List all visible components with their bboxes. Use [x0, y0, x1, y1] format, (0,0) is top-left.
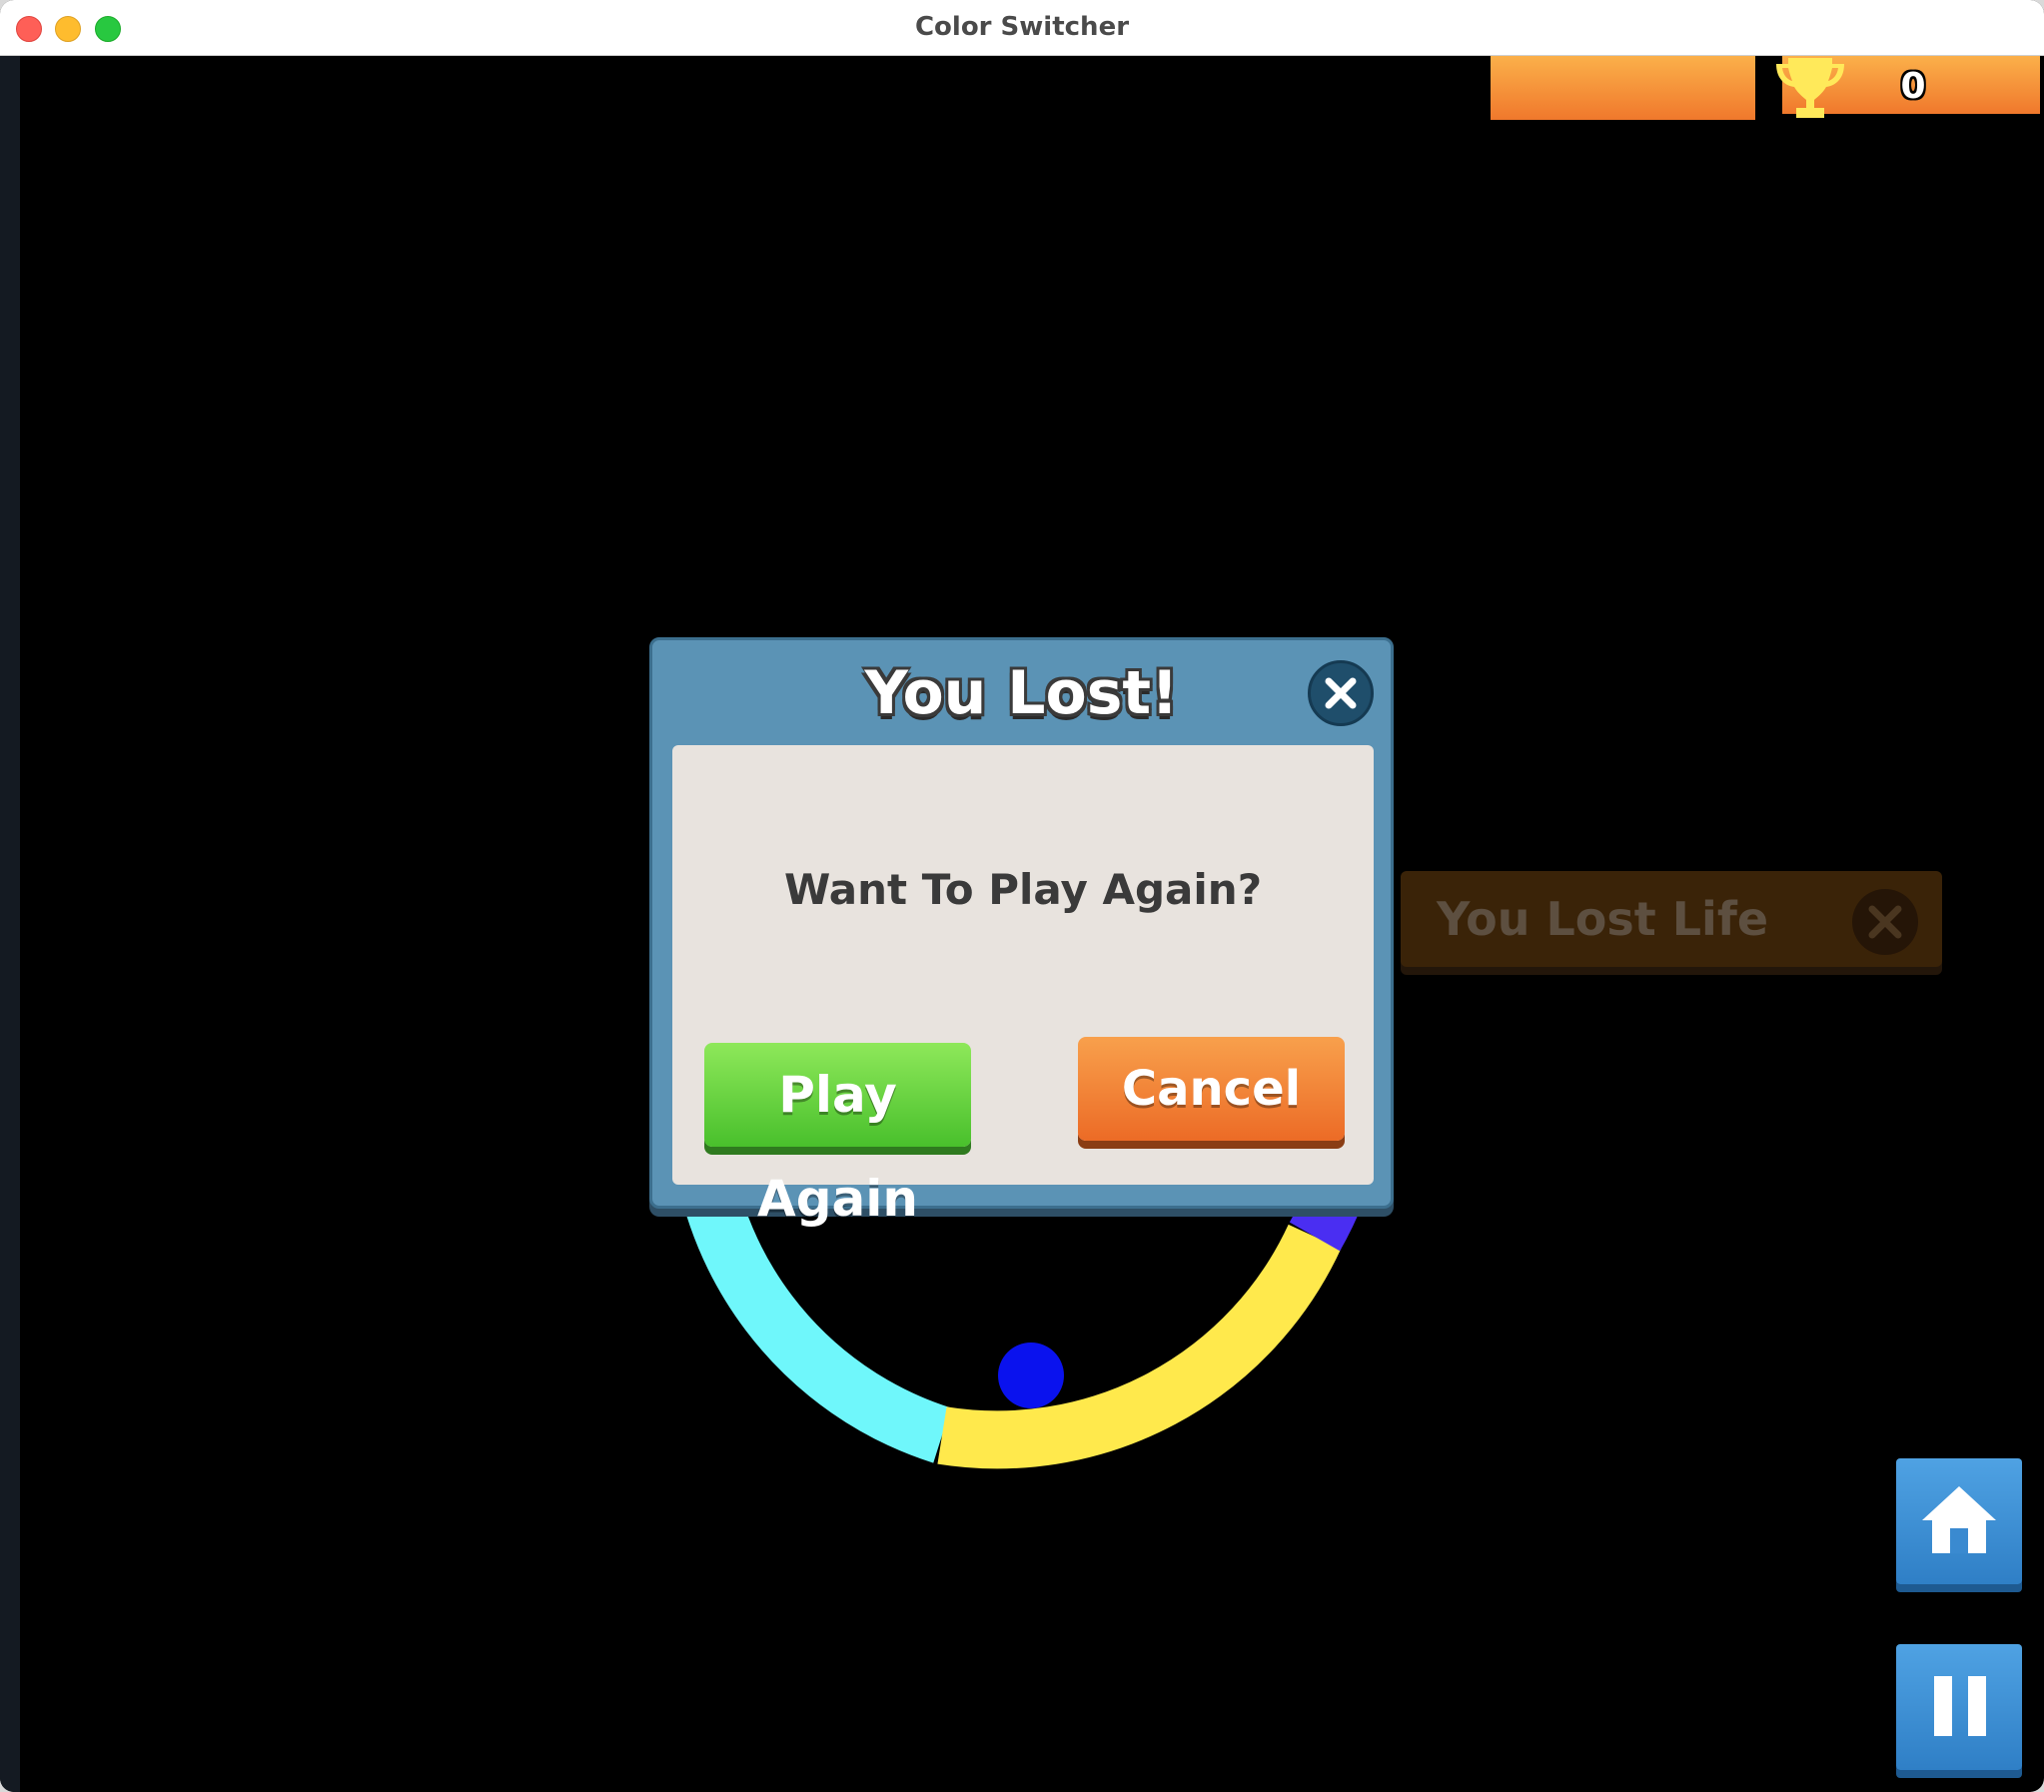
cancel-button[interactable]: Cancel — [1078, 1037, 1345, 1141]
dialog-close-button[interactable] — [1308, 660, 1374, 726]
close-icon — [1868, 905, 1902, 939]
dialog-message: Want To Play Again? — [783, 865, 1263, 914]
pause-icon — [1934, 1676, 1986, 1736]
game-window: Color Switcher 0 You Lost! Want To Play … — [0, 0, 2044, 1792]
life-toast-close-button[interactable] — [1852, 889, 1918, 955]
ring-segment-yellow — [937, 1224, 1342, 1469]
player-ball — [998, 1343, 1064, 1408]
home-icon — [1922, 1486, 1996, 1553]
play-again-button[interactable]: Play Again — [704, 1043, 971, 1228]
home-button[interactable] — [1896, 1458, 2022, 1584]
dialog-body: Want To Play Again? Play Again Cancel — [672, 745, 1374, 1228]
pause-button[interactable] — [1896, 1644, 2022, 1770]
game-over-dialog: You Lost! Want To Play Again? Play Again… — [649, 637, 1394, 1228]
life-lost-toast: You Lost Life — [1401, 871, 1942, 967]
life-lost-text: You Lost Life — [1437, 892, 1769, 946]
dialog-title: You Lost! — [864, 658, 1179, 728]
close-icon — [1325, 677, 1357, 709]
